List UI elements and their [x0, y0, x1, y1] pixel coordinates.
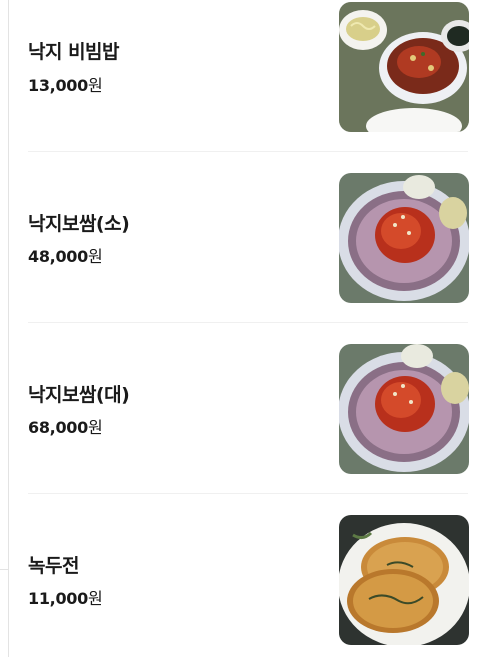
menu-item-info: 녹두전 11,000원: [28, 494, 318, 657]
menu-item-photo[interactable]: [339, 515, 469, 645]
menu-item-price: 48,000원: [28, 243, 103, 267]
menu-item-price: 11,000원: [28, 585, 103, 609]
menu-item-info: 낙지보쌈(소) 48,000원: [28, 152, 318, 322]
price-value: 13,000: [28, 76, 88, 95]
menu-item-name: 녹두전: [28, 555, 79, 577]
left-divider: [8, 0, 9, 657]
menu-item-photo[interactable]: [339, 344, 469, 474]
price-value: 48,000: [28, 247, 88, 266]
price-unit: 원: [87, 247, 103, 266]
price-value: 68,000: [28, 418, 88, 437]
menu-item-photo[interactable]: [339, 173, 469, 303]
bossam-photo: [339, 344, 469, 474]
menu-item-info: 낙지보쌈(대) 68,000원: [28, 323, 318, 493]
menu-list: 낙지 비빔밥 13,000원 낙지보쌈(소) 48,000원 낙지보쌈(대) 6…: [28, 0, 469, 657]
menu-item-price: 13,000원: [28, 72, 103, 96]
price-value: 11,000: [28, 589, 88, 608]
bossam-photo: [339, 173, 469, 303]
left-divider-stub: [0, 569, 8, 570]
menu-item-info: 낙지 비빔밥 13,000원: [28, 0, 318, 151]
bibimbap-photo: [339, 2, 469, 132]
menu-item[interactable]: 낙지보쌈(소) 48,000원: [28, 152, 469, 323]
price-unit: 원: [87, 589, 103, 608]
menu-item-photo[interactable]: [339, 2, 469, 132]
price-unit: 원: [87, 418, 103, 437]
price-unit: 원: [87, 76, 103, 95]
menu-item-name: 낙지 비빔밥: [28, 41, 120, 63]
menu-item[interactable]: 낙지 비빔밥 13,000원: [28, 0, 469, 152]
menu-item[interactable]: 낙지보쌈(대) 68,000원: [28, 323, 469, 494]
menu-item-name: 낙지보쌈(대): [28, 384, 130, 406]
menu-item-price: 68,000원: [28, 414, 103, 438]
menu-item[interactable]: 녹두전 11,000원: [28, 494, 469, 657]
menu-page: 낙지 비빔밥 13,000원 낙지보쌈(소) 48,000원 낙지보쌈(대) 6…: [0, 0, 478, 657]
nokdujeon-photo: [339, 515, 469, 645]
menu-item-name: 낙지보쌈(소): [28, 213, 130, 235]
